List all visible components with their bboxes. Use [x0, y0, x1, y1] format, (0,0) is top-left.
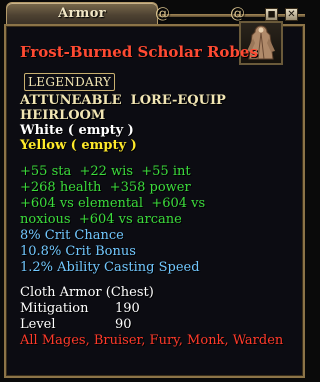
ornament-swirl-icon: @: [230, 4, 245, 22]
armor-type: Cloth Armor (Chest): [20, 285, 154, 300]
item-flags: HEIRLOOM: [20, 108, 106, 123]
pin-window-button[interactable]: ◼: [265, 8, 278, 21]
item-flags: ATTUNEABLE LORE-EQUIP: [20, 93, 226, 108]
stat-line: +604 vs elemental +604 vs: [20, 196, 206, 211]
adornment-slot-white: White ( empty ): [20, 123, 134, 138]
ornament-swirl-icon: @: [155, 4, 170, 22]
stat-line: +55 sta +22 wis +55 int: [20, 164, 191, 179]
secondary-stat: 1.2% Ability Casting Speed: [20, 260, 200, 275]
stat-line: noxious +604 vs arcane: [20, 212, 182, 227]
class-restrictions: All Mages, Bruiser, Fury, Monk, Warden: [20, 333, 284, 348]
secondary-stat: 10.8% Crit Bonus: [20, 244, 136, 259]
level-value: 90: [115, 317, 132, 332]
stat-line: +268 health +358 power: [20, 180, 191, 195]
secondary-stat: 8% Crit Chance: [20, 228, 124, 243]
mitigation-value: 190: [115, 301, 140, 316]
close-button[interactable]: ✕: [285, 8, 298, 21]
tier-badge: LEGENDARY: [24, 73, 116, 91]
mitigation-label: Mitigation: [20, 301, 89, 316]
item-name: Frost-Burned Scholar Robes: [20, 43, 258, 61]
window-title: Armor: [58, 6, 106, 21]
title-tab[interactable]: Armor: [6, 2, 158, 25]
item-examine-window: Armor @ @ ◼ ✕ Frost-Burned Scholar Robes…: [0, 0, 309, 382]
level-label: Level: [20, 317, 56, 332]
adornment-slot-yellow: Yellow ( empty ): [20, 138, 137, 153]
